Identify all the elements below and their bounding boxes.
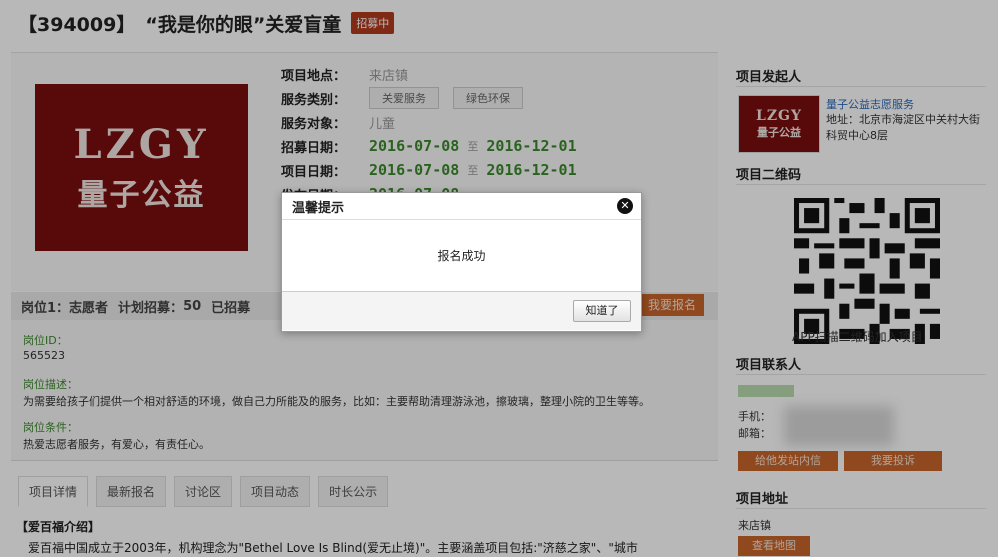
ok-button[interactable]: 知道了 [573,300,631,322]
dialog-title: 温馨提示 [282,193,641,220]
project-page: 【394009】 “我是你的眼”关爱盲童 招募中 LZGY 量子公益 项目地点：… [0,0,998,557]
success-dialog: 温馨提示 ✕ 报名成功 知道了 [281,192,642,332]
close-icon[interactable]: ✕ [617,198,633,214]
dialog-footer: 知道了 [282,292,641,330]
dialog-message: 报名成功 [282,220,641,292]
